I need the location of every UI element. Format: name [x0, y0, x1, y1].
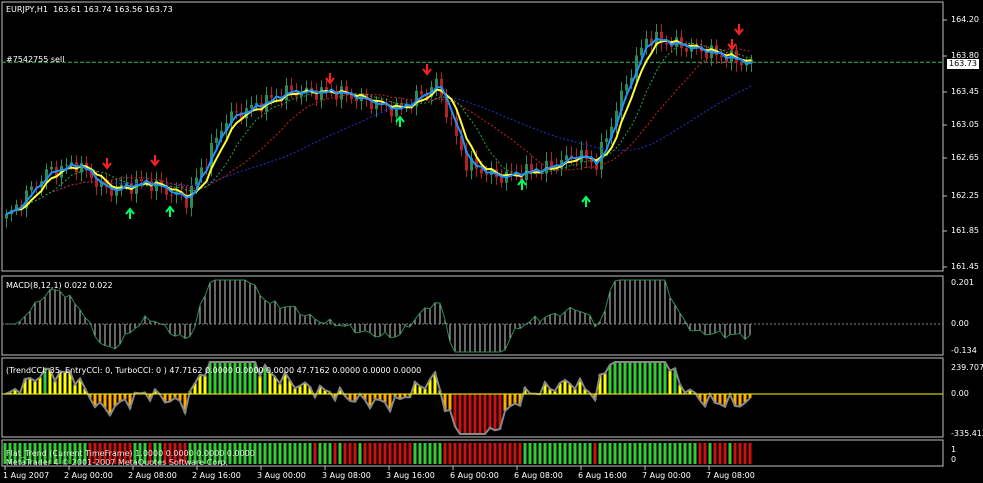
candle-body: [215, 137, 218, 143]
main-chart-header: EURJPY,H1 163.61 163.74 163.56 163.73: [6, 5, 173, 15]
price-axis-label: 162.65: [951, 153, 979, 162]
candle-body: [250, 104, 253, 109]
time-axis-label: 7 Aug 00:00: [642, 471, 691, 480]
candle-body: [235, 111, 238, 113]
current-price-box: 163.73: [947, 59, 979, 69]
candle-body: [270, 94, 273, 98]
candle-body: [450, 117, 453, 119]
price-axis-label: 163.05: [951, 120, 979, 129]
candle-body: [420, 90, 423, 95]
candle-body: [5, 214, 8, 219]
time-axis-label: 2 Aug 00:00: [64, 471, 113, 480]
price-axis-label: 163.45: [951, 87, 979, 96]
candle-body: [65, 164, 68, 166]
time-axis-label: 1 Aug 2007: [3, 471, 50, 480]
main-chart-panel: [1, 1, 944, 272]
candle-body: [640, 47, 643, 56]
candle-body: [320, 87, 323, 100]
price-axis-label: 161.45: [951, 262, 979, 271]
cci-axis-label: 0.00: [951, 389, 969, 398]
candle-body: [665, 42, 668, 45]
candle-body: [565, 155, 568, 160]
macd-signal-line: [5, 279, 751, 353]
candle-body: [140, 179, 143, 182]
candle-body: [50, 167, 53, 170]
time-axis-label: 3 Aug 00:00: [257, 471, 306, 480]
ma-long-dashed: [6, 85, 752, 215]
cci-axis-label: 239.707: [951, 363, 983, 372]
candle-body: [355, 98, 358, 102]
price-axis-label: 161.85: [951, 226, 979, 235]
price-axis-label: 162.25: [951, 191, 979, 200]
time-axis-label: 2 Aug 08:00: [128, 471, 177, 480]
time-axis-label: 6 Aug 00:00: [450, 471, 499, 480]
candle-body: [170, 194, 173, 196]
copyright-text: MetaTrader 4 © 2001-2007 MetaQuotes Soft…: [6, 458, 229, 467]
candle-body: [545, 160, 548, 174]
candle-body: [325, 87, 328, 91]
candle-body: [720, 55, 723, 58]
candle-body: [435, 78, 438, 88]
time-axis-label: 3 Aug 08:00: [322, 471, 371, 480]
chart-canvas[interactable]: [0, 0, 983, 483]
candle-body: [485, 173, 488, 175]
symbol-label: EURJPY,H1: [6, 5, 49, 14]
price-axis-label: 164.20: [951, 15, 979, 24]
flat-axis-label: 1: [951, 445, 957, 454]
time-axis-label: 6 Aug 16:00: [578, 471, 627, 480]
cci-axis-label: -335.412: [951, 429, 983, 438]
time-axis-label: 2 Aug 16:00: [192, 471, 241, 480]
flat-axis-label: 0: [951, 455, 957, 464]
ohlc-readout: 163.61 163.74 163.56 163.73: [53, 5, 173, 14]
order-label[interactable]: #7542755 sell: [6, 55, 64, 65]
macd-title: MACD(8,12,1) 0.022 0.022: [6, 281, 113, 290]
macd-axis-label: 0.201: [951, 278, 974, 287]
time-axis-label: 3 Aug 16:00: [386, 471, 435, 480]
cci-title: (TrendCCI: 35, EntryCCI: 0, TurboCCI: 0 …: [6, 366, 422, 375]
time-axis-label: 6 Aug 08:00: [514, 471, 563, 480]
macd-axis-label: 0.00: [951, 319, 969, 328]
macd-panel: [1, 275, 944, 356]
candle-body: [290, 85, 293, 91]
candle-body: [625, 84, 628, 91]
candle-body: [500, 177, 503, 183]
candle-body: [30, 186, 33, 191]
candle-body: [740, 63, 743, 66]
candle-body: [605, 138, 608, 142]
macd-axis-label: -0.134: [951, 346, 977, 355]
time-axis-label: 7 Aug 08:00: [706, 471, 755, 480]
candle-body: [685, 48, 688, 52]
